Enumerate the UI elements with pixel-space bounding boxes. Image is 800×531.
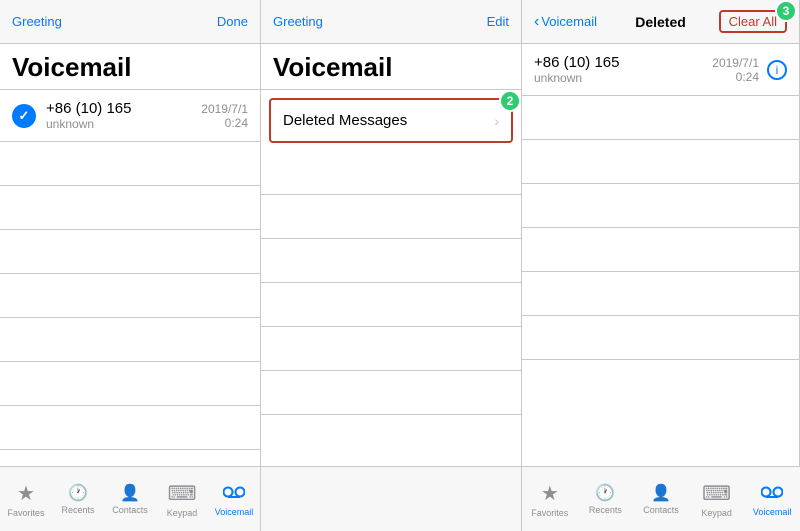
voicemail-info: +86 (10) 165 unknown — [46, 100, 201, 131]
keypad-label-right: Keypad — [701, 508, 732, 518]
chevron-right-icon: › — [494, 113, 499, 129]
voicemail-icon-left — [223, 482, 245, 505]
right-voicemail-meta: 2019/7/1 0:24 — [712, 56, 759, 84]
middle-tab-spacer — [261, 467, 522, 531]
voicemail-icon-right — [761, 482, 783, 505]
recents-label-left: Recents — [61, 505, 94, 515]
caller-name: unknown — [46, 117, 201, 131]
empty-row-1 — [0, 142, 260, 186]
voicemail-list-item[interactable]: +86 (10) 165 unknown 2019/7/1 0:24 — [0, 90, 260, 142]
tab-voicemail-left[interactable]: Voicemail — [208, 467, 260, 531]
middle-panel-content: Deleted Messages › 2 — [261, 90, 521, 466]
tab-voicemail-right[interactable]: Voicemail — [744, 467, 800, 531]
right-voicemail-date: 2019/7/1 — [712, 56, 759, 70]
edit-button[interactable]: Edit — [487, 14, 509, 29]
keypad-label-left: Keypad — [167, 508, 198, 518]
right-voicemail-item[interactable]: +86 (10) 165 unknown 2019/7/1 0:24 i — [522, 44, 799, 96]
contacts-icon-left: 👤 — [120, 483, 140, 503]
middle-panel-title: Voicemail — [273, 52, 392, 82]
back-label: Voicemail — [541, 14, 597, 29]
tab-favorites-left[interactable]: ★ Favorites — [0, 467, 52, 531]
voicemail-label-left: Voicemail — [215, 507, 254, 517]
empty-row-3 — [0, 230, 260, 274]
global-tab-bar: ★ Favorites 🕐 Recents 👤 Contacts ⌨ Keypa… — [0, 466, 800, 531]
left-tab-bar-section: ★ Favorites 🕐 Recents 👤 Contacts ⌨ Keypa… — [0, 467, 261, 531]
info-icon: i — [776, 63, 779, 77]
favorites-label-left: Favorites — [7, 508, 44, 518]
middle-title-row: Voicemail — [261, 44, 521, 90]
middle-empty-3 — [261, 239, 521, 283]
right-empty-5 — [522, 272, 799, 316]
middle-empty-6 — [261, 371, 521, 415]
annotation-badge-2: 2 — [499, 90, 521, 112]
voicemail-meta: 2019/7/1 0:24 — [201, 102, 248, 130]
right-voicemail-duration: 0:24 — [712, 70, 759, 84]
favorites-label-right: Favorites — [531, 508, 568, 518]
right-tab-bar-section: ★ Favorites 🕐 Recents 👤 Contacts ⌨ Keypa… — [522, 467, 800, 531]
empty-row-4 — [0, 274, 260, 318]
info-button[interactable]: i — [767, 60, 787, 80]
keypad-icon-right: ⌨ — [702, 481, 731, 506]
greeting-button-middle[interactable]: Greeting — [273, 14, 323, 29]
voicemail-duration: 0:24 — [201, 116, 248, 130]
contacts-label-right: Contacts — [643, 505, 679, 515]
left-title-row: Voicemail — [0, 44, 260, 90]
tab-keypad-right[interactable]: ⌨ Keypad — [689, 467, 745, 531]
empty-row-2 — [0, 186, 260, 230]
tab-keypad-left[interactable]: ⌨ Keypad — [156, 467, 208, 531]
right-panel-header: ‹ Voicemail Deleted Clear All 3 — [522, 0, 799, 44]
middle-empty-2 — [261, 195, 521, 239]
right-voicemail-info: +86 (10) 165 unknown — [534, 54, 712, 85]
keypad-icon-left: ⌨ — [168, 481, 197, 506]
favorites-icon-left: ★ — [17, 481, 35, 506]
selected-check — [12, 104, 36, 128]
recents-label-right: Recents — [589, 505, 622, 515]
voicemail-date: 2019/7/1 — [201, 102, 248, 116]
middle-panel-header: Greeting Edit — [261, 0, 521, 44]
right-empty-4 — [522, 228, 799, 272]
tab-recents-right[interactable]: 🕐 Recents — [578, 467, 634, 531]
recents-icon-left: 🕐 — [68, 483, 88, 503]
deleted-messages-row[interactable]: Deleted Messages › 2 — [269, 98, 513, 143]
right-empty-1 — [522, 96, 799, 140]
right-caller-name: unknown — [534, 71, 712, 85]
empty-row-7 — [0, 406, 260, 450]
annotation-badge-3: 3 — [775, 0, 797, 22]
left-panel-content: +86 (10) 165 unknown 2019/7/1 0:24 — [0, 90, 260, 466]
left-panel-header: Greeting Done — [0, 0, 260, 44]
back-to-voicemail-button[interactable]: ‹ Voicemail — [534, 13, 597, 31]
back-chevron-icon: ‹ — [534, 13, 539, 31]
right-panel-current-title: Deleted — [635, 14, 686, 30]
middle-empty-1 — [261, 151, 521, 195]
empty-row-6 — [0, 362, 260, 406]
contacts-label-left: Contacts — [112, 505, 148, 515]
tab-contacts-left[interactable]: 👤 Contacts — [104, 467, 156, 531]
left-panel-title: Voicemail — [12, 52, 131, 82]
contacts-icon-right: 👤 — [651, 483, 671, 503]
tab-recents-left[interactable]: 🕐 Recents — [52, 467, 104, 531]
tab-favorites-right[interactable]: ★ Favorites — [522, 467, 578, 531]
right-empty-6 — [522, 316, 799, 360]
done-button[interactable]: Done — [217, 14, 248, 29]
greeting-button-left[interactable]: Greeting — [12, 14, 62, 29]
voicemail-label-right: Voicemail — [753, 507, 792, 517]
right-empty-3 — [522, 184, 799, 228]
recents-icon-right: 🕐 — [595, 483, 615, 503]
middle-empty-5 — [261, 327, 521, 371]
deleted-messages-label: Deleted Messages — [283, 112, 494, 129]
tab-contacts-right[interactable]: 👤 Contacts — [633, 467, 689, 531]
right-empty-2 — [522, 140, 799, 184]
caller-number: +86 (10) 165 — [46, 100, 201, 117]
favorites-icon-right: ★ — [541, 481, 559, 506]
middle-empty-4 — [261, 283, 521, 327]
right-caller-number: +86 (10) 165 — [534, 54, 712, 71]
right-panel-content: +86 (10) 165 unknown 2019/7/1 0:24 i — [522, 44, 799, 466]
empty-row-5 — [0, 318, 260, 362]
